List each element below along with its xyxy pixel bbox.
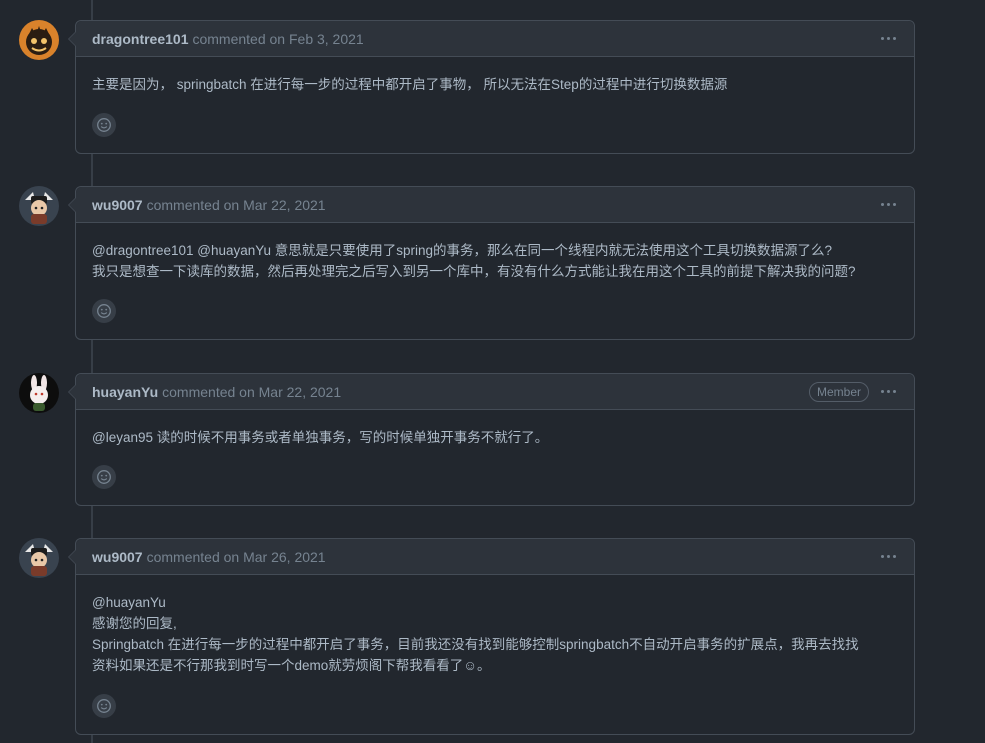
comment-line: 主要是因为， springbatch 在进行每一步的过程中都开启了事物， 所以无… — [92, 77, 728, 92]
comment-box: dragontree101 commented on Feb 3, 2021 主… — [68, 20, 915, 154]
comment-body: @leyan95 读的时候不用事务或者单独事务，写的时候单独开事务不就行了。 — [76, 410, 914, 448]
smiley-icon[interactable] — [92, 299, 116, 323]
comment-line: @leyan95 读的时候不用事务或者单独事务，写的时候单独开事务不就行了。 — [92, 430, 549, 445]
kebab-horizontal-icon[interactable] — [879, 386, 898, 397]
kebab-horizontal-icon[interactable] — [879, 551, 898, 562]
comment-line: @dragontree101 @huayanYu 意思就是只要使用了spring… — [92, 243, 833, 258]
avatar[interactable] — [19, 373, 59, 413]
comment-header: wu9007 commented on Mar 26, 2021 — [76, 539, 914, 575]
comment-body: @dragontree101 @huayanYu 意思就是只要使用了spring… — [76, 223, 914, 282]
avatar[interactable] — [19, 20, 59, 60]
comment-line: 感谢您的回复, — [92, 616, 177, 631]
member-badge: Member — [808, 381, 869, 402]
kebab-horizontal-icon[interactable] — [879, 199, 898, 210]
smiley-icon[interactable] — [92, 694, 116, 718]
kebab-horizontal-icon[interactable] — [879, 33, 898, 44]
comment-author[interactable]: wu9007 — [92, 549, 143, 565]
comment-line: 资料如果还是不行那我到时写一个demo就劳烦阁下帮我看看了☺。 — [92, 658, 491, 673]
comment-author[interactable]: wu9007 — [92, 197, 143, 213]
comment-timestamp[interactable]: commented on Feb 3, 2021 — [192, 31, 363, 47]
smiley-icon[interactable] — [92, 465, 116, 489]
comment-line: 我只是想查一下读库的数据，然后再处理完之后写入到另一个库中，有没有什么方式能让我… — [92, 264, 856, 279]
comment-body: @huayanYu 感谢您的回复, Springbatch 在进行每一步的过程中… — [76, 575, 914, 676]
comment-author[interactable]: dragontree101 — [92, 31, 188, 47]
comment-header: wu9007 commented on Mar 22, 2021 — [76, 187, 914, 223]
comment-body: 主要是因为， springbatch 在进行每一步的过程中都开启了事物， 所以无… — [76, 57, 914, 95]
comment-box: wu9007 commented on Mar 22, 2021 @dragon… — [68, 186, 915, 340]
comment-line: Springbatch 在进行每一步的过程中都开启了事务，目前我还没有找到能够控… — [92, 637, 859, 652]
comment-header: huayanYu commented on Mar 22, 2021 Membe… — [76, 374, 914, 410]
comment-box: huayanYu commented on Mar 22, 2021 Membe… — [68, 373, 915, 506]
comment-header: dragontree101 commented on Feb 3, 2021 — [76, 21, 914, 57]
comment-timestamp[interactable]: commented on Mar 22, 2021 — [162, 384, 341, 400]
comment-timestamp[interactable]: commented on Mar 26, 2021 — [147, 549, 326, 565]
smiley-icon[interactable] — [92, 113, 116, 137]
comment-timestamp[interactable]: commented on Mar 22, 2021 — [147, 197, 326, 213]
avatar[interactable] — [19, 538, 59, 578]
comment-box: wu9007 commented on Mar 26, 2021 @huayan… — [68, 538, 915, 735]
comment-author[interactable]: huayanYu — [92, 384, 158, 400]
avatar[interactable] — [19, 186, 59, 226]
comment-line: @huayanYu — [92, 595, 166, 610]
